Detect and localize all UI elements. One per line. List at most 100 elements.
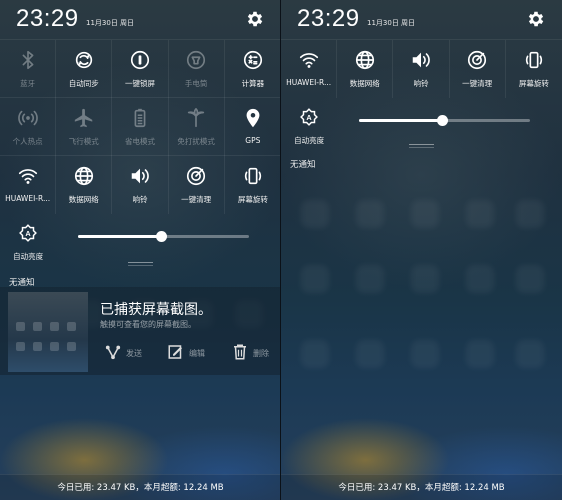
notification-shade-expanded: 23:29 11月30日 周日 蓝牙 自动同步 一键锁屏 手电筒 计算器个人热点 飞行模式… — [0, 0, 281, 500]
delete-label: 删除 — [253, 349, 269, 358]
drag-handle-line — [128, 265, 153, 266]
do-not-disturb-icon — [187, 108, 205, 128]
notification-shade-collapsed: 23:29 11月30日 周日 HUAWEI-R... 数据网络 响铃 一键清理 屏幕旋… — [281, 0, 562, 500]
quick-tile-sync[interactable]: 自动同步 — [56, 40, 113, 98]
edit-label: 编辑 — [189, 349, 205, 358]
status-bar: 23:29 11月30日 周日 — [0, 0, 281, 38]
screenshot-subtitle: 触摸可查看您的屏幕截图。 — [100, 320, 196, 329]
quick-tile-rotate[interactable]: 屏幕旋转 — [225, 156, 281, 214]
auto-brightness-label: 自动亮度 — [294, 136, 325, 145]
cleanup-icon — [187, 166, 206, 186]
brightness-slider[interactable] — [359, 115, 530, 126]
quick-settings-row: 个人热点 飞行模式 省电模式 免打扰模式 GPS — [0, 97, 281, 156]
speaker-icon — [412, 52, 430, 68]
quick-tile-label: 一键清理 — [462, 79, 493, 88]
quick-tile-label: 屏幕旋转 — [237, 195, 268, 204]
quick-tile-speaker[interactable]: 响铃 — [393, 40, 450, 98]
quick-tile-label: GPS — [245, 136, 261, 145]
trash-icon — [234, 344, 246, 360]
quick-tile-label: HUAWEI-R... — [286, 78, 332, 87]
edit-icon — [168, 345, 182, 359]
gear-icon[interactable] — [245, 9, 265, 29]
quick-tile-label: 蓝牙 — [20, 79, 36, 88]
quick-settings-row: HUAWEI-R... 数据网络 响铃 一键清理 屏幕旋转 — [281, 39, 562, 98]
data-usage-footer: 今日已用: 23.47 KB，本月超额: 12.24 MB — [281, 474, 562, 500]
quick-tile-bluetooth[interactable]: 蓝牙 — [0, 40, 57, 98]
brightness-slider-thumb[interactable] — [437, 115, 449, 126]
quick-tile-cleanup[interactable]: 一键清理 — [450, 40, 506, 98]
airplane-icon — [74, 108, 93, 128]
drag-handle-line — [409, 147, 434, 148]
svg-text:A: A — [25, 229, 31, 238]
gps-icon — [246, 108, 260, 128]
screenshot-notification[interactable]: 已捕获屏幕截图。 触摸可查看您的屏幕截图。 发送 编辑 删除 — [0, 287, 281, 375]
quick-tile-label: 响铃 — [132, 195, 148, 204]
auto-brightness-toggle[interactable]: A 自动亮度 — [0, 213, 56, 271]
screenshot-thumbnail[interactable] — [8, 292, 88, 372]
drag-handle[interactable] — [128, 262, 153, 263]
calculator-icon — [243, 50, 262, 70]
rotate-icon — [525, 51, 542, 69]
brightness-row: A 自动亮度 — [281, 97, 562, 149]
quick-tile-airplane[interactable]: 飞行模式 — [56, 98, 113, 156]
data-usage-footer: 今日已用: 23.47 KB，本月超额: 12.24 MB — [0, 474, 281, 500]
quick-tile-rotate[interactable]: 屏幕旋转 — [506, 40, 562, 98]
quick-tile-label: 省电模式 — [124, 137, 155, 146]
gear-icon[interactable] — [526, 9, 546, 29]
date: 11月30日 周日 — [86, 19, 135, 27]
quick-tile-label: 计算器 — [241, 79, 265, 88]
clock: 23:29 — [16, 5, 79, 32]
quick-tile-label: 手电筒 — [184, 79, 208, 88]
status-bar: 23:29 11月30日 周日 — [281, 0, 562, 38]
quick-tile-battery-saver[interactable]: 省电模式 — [112, 98, 169, 156]
quick-tile-label: 个人热点 — [12, 137, 43, 146]
auto-brightness-toggle[interactable]: A 自动亮度 — [281, 97, 337, 155]
quick-settings-row: HUAWEI-R... 数据网络 响铃 一键清理 屏幕旋转 — [281, 39, 562, 98]
quick-tile-lock-screen[interactable]: 一键锁屏 — [112, 40, 169, 98]
quick-tile-wifi[interactable]: HUAWEI-R... — [281, 40, 338, 98]
auto-brightness-label: 自动亮度 — [13, 252, 44, 261]
quick-settings-grid: 蓝牙 自动同步 一键锁屏 手电筒 计算器个人热点 飞行模式 省电模式 免打扰模式 GPS HUAW… — [0, 39, 281, 214]
screenshot-title: 已捕获屏幕截图。 — [100, 302, 212, 318]
quick-tile-label: 一键清理 — [181, 195, 212, 204]
quick-tile-hotspot[interactable]: 个人热点 — [0, 98, 57, 156]
quick-tile-globe[interactable]: 数据网络 — [337, 40, 394, 98]
quick-tile-cleanup[interactable]: 一键清理 — [169, 156, 225, 214]
quick-tile-globe[interactable]: 数据网络 — [56, 156, 113, 214]
brightness-slider-fill — [359, 119, 443, 122]
quick-tile-label: 自动同步 — [68, 79, 99, 88]
quick-tile-label: 飞行模式 — [68, 137, 99, 146]
quick-tile-wifi[interactable]: HUAWEI-R... — [0, 156, 57, 214]
brightness-row: A 自动亮度 — [0, 213, 281, 265]
globe-icon — [355, 50, 374, 70]
sync-icon — [75, 51, 92, 69]
speaker-icon — [131, 168, 149, 184]
quick-tile-flashlight[interactable]: 手电筒 — [169, 40, 225, 98]
quick-tile-label: 响铃 — [413, 79, 429, 88]
quick-tile-label: HUAWEI-R... — [5, 194, 51, 203]
quick-tile-label: 一键锁屏 — [124, 79, 155, 88]
brightness-slider-fill — [78, 235, 162, 238]
battery-saver-icon — [134, 108, 146, 128]
quick-tile-do-not-disturb[interactable]: 免打扰模式 — [169, 98, 225, 156]
cleanup-icon — [468, 50, 487, 70]
brightness-slider[interactable] — [78, 231, 249, 242]
date: 11月30日 周日 — [367, 19, 416, 27]
bluetooth-icon — [22, 50, 34, 70]
quick-settings-row: HUAWEI-R... 数据网络 响铃 一键清理 屏幕旋转 — [0, 155, 281, 214]
quick-tile-calculator[interactable]: 计算器 — [225, 40, 281, 98]
svg-text:A: A — [306, 113, 312, 122]
quick-tile-label: 数据网络 — [349, 79, 380, 88]
drag-handle[interactable] — [409, 144, 434, 145]
quick-tile-label: 免打扰模式 — [177, 137, 215, 146]
brightness-slider-thumb[interactable] — [156, 231, 168, 242]
clock: 23:29 — [297, 5, 360, 32]
share-label: 发送 — [126, 349, 142, 358]
globe-icon — [74, 166, 93, 186]
no-notifications-label: 无通知 — [290, 160, 316, 170]
quick-tile-speaker[interactable]: 响铃 — [112, 156, 169, 214]
quick-tile-gps[interactable]: GPS — [225, 98, 281, 156]
wifi-icon — [299, 53, 318, 68]
quick-settings-row: 蓝牙 自动同步 一键锁屏 手电筒 计算器 — [0, 39, 281, 98]
wifi-icon — [18, 169, 37, 184]
